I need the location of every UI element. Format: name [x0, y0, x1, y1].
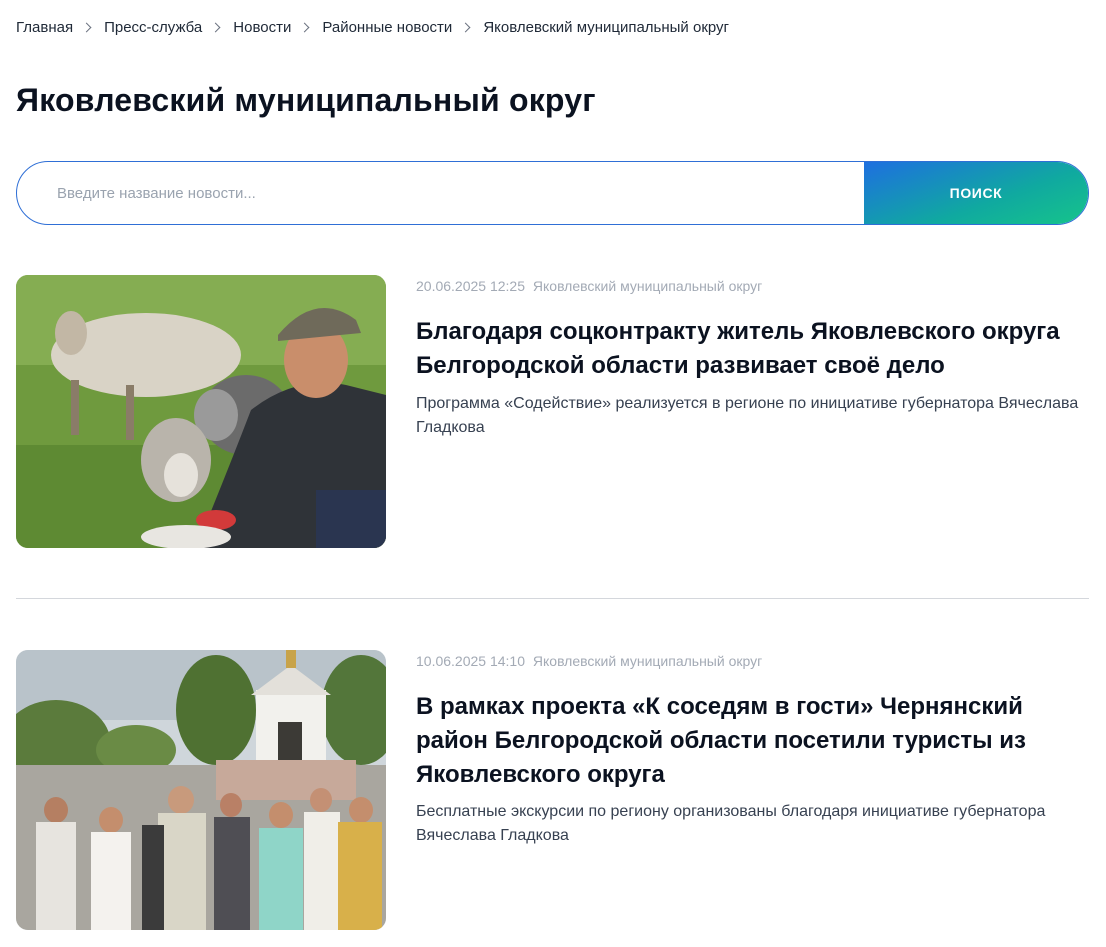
- news-district: Яковлевский муниципальный округ: [532, 278, 763, 294]
- search-input[interactable]: [17, 162, 864, 224]
- breadcrumb-current: Яковлевский муниципальный округ: [483, 19, 730, 36]
- breadcrumb: Главная Пресс-служба Новости Районные но…: [16, 19, 729, 36]
- breadcrumb-news[interactable]: Новости: [233, 19, 291, 36]
- chevron-right-icon: [81, 22, 92, 33]
- news-search-form: ПОИСК: [16, 161, 1089, 225]
- news-title-link[interactable]: В рамках проекта «К соседям в гости» Чер…: [416, 690, 1086, 792]
- news-divider: [16, 598, 1089, 599]
- news-item: 20.06.2025 12:25 Яковлевский муниципальн…: [16, 275, 1089, 548]
- breadcrumb-district-news[interactable]: Районные новости: [322, 19, 452, 36]
- news-date: 20.06.2025 12:25: [416, 278, 525, 294]
- news-lead: Бесплатные экскурсии по региону организо…: [416, 803, 1046, 844]
- breadcrumb-home[interactable]: Главная: [16, 19, 73, 36]
- news-meta: 10.06.2025 14:10 Яковлевский муниципальн…: [416, 653, 762, 669]
- news-district: Яковлевский муниципальный округ: [532, 653, 763, 669]
- news-image-link[interactable]: [16, 650, 386, 930]
- news-list-page: Главная Пресс-служба Новости Районные но…: [0, 0, 1106, 947]
- news-date: 10.06.2025 14:10: [416, 653, 525, 669]
- search-button[interactable]: ПОИСК: [864, 162, 1088, 224]
- man-with-sheep-photo: [16, 275, 386, 548]
- news-image-link[interactable]: [16, 275, 386, 548]
- chevron-right-icon: [210, 22, 221, 33]
- tourist-group-at-church-photo: [16, 650, 386, 930]
- chevron-right-icon: [460, 22, 471, 33]
- breadcrumb-press-service[interactable]: Пресс-служба: [104, 19, 202, 36]
- news-title-link[interactable]: Благодаря соцконтракту житель Яковлевско…: [416, 315, 1086, 383]
- chevron-right-icon: [299, 22, 310, 33]
- news-lead: Программа «Содействие» реализуется в рег…: [416, 395, 1079, 436]
- news-item: 10.06.2025 14:10 Яковлевский муниципальн…: [16, 650, 1089, 930]
- news-meta: 20.06.2025 12:25 Яковлевский муниципальн…: [416, 278, 762, 294]
- page-title: Яковлевский муниципальный округ: [16, 82, 596, 118]
